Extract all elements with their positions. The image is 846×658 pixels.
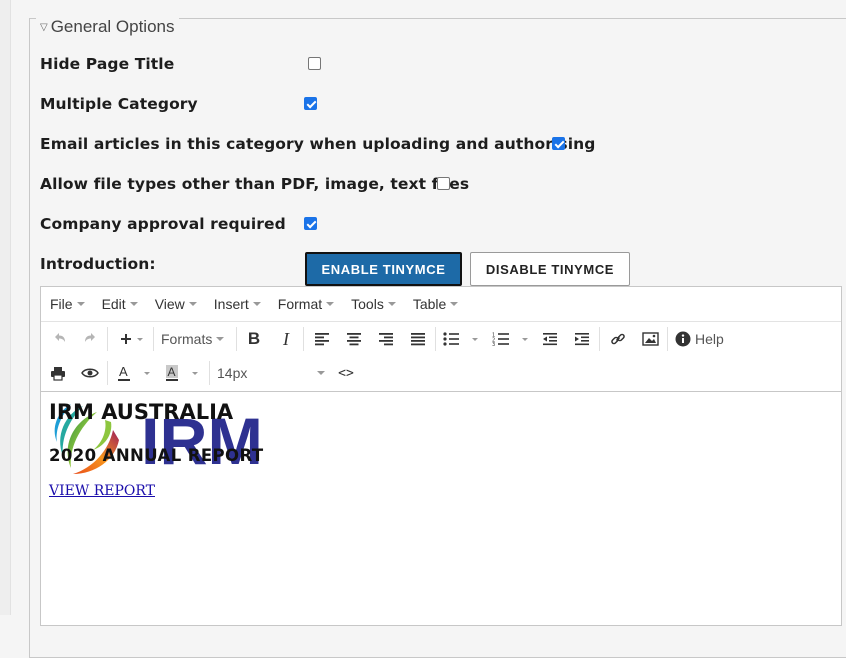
bullet-list-icon[interactable]	[441, 322, 483, 356]
link-icon[interactable]	[607, 322, 629, 356]
toolbar-separator	[107, 361, 108, 385]
option-row-company-approval: Company approval required	[40, 213, 286, 235]
caret-icon	[252, 302, 261, 306]
menu-view[interactable]: View	[155, 296, 197, 312]
option-label: Company approval required	[40, 215, 286, 233]
toolbar-separator	[153, 327, 154, 351]
option-label: Email articles in this category when upl…	[40, 135, 596, 153]
multiple-category-checkbox[interactable]	[304, 97, 317, 110]
collapse-triangle-icon[interactable]: ▽	[40, 22, 48, 33]
image-icon[interactable]	[639, 322, 661, 356]
left-gutter	[0, 0, 11, 615]
option-row-multiple-category: Multiple Category	[40, 93, 198, 115]
background-color-icon[interactable]: A	[163, 356, 203, 390]
numbered-list-icon[interactable]: 123	[491, 322, 533, 356]
editor-content-area[interactable]: IRM	[41, 391, 841, 627]
email-articles-checkbox[interactable]	[552, 137, 565, 150]
menu-label: File	[50, 296, 73, 312]
caret-icon	[317, 371, 325, 375]
heading-irm-australia: IRM AUSTRALIA	[49, 400, 234, 424]
redo-icon[interactable]	[79, 322, 101, 356]
view-report-link[interactable]: VIEW REPORT	[49, 483, 155, 499]
align-left-icon[interactable]	[311, 322, 333, 356]
print-icon[interactable]	[47, 356, 69, 390]
formats-dropdown[interactable]: Formats	[161, 322, 231, 356]
insert-plus-icon[interactable]	[115, 322, 147, 356]
option-label: Hide Page Title	[40, 55, 175, 73]
info-icon	[675, 331, 691, 347]
caret-icon	[450, 302, 459, 306]
menu-label: Tools	[351, 296, 384, 312]
editor-menubar: File Edit View Insert Format Tools Table	[41, 287, 841, 322]
menu-label: View	[154, 296, 185, 312]
editor-toolbar-1: Formats B I 123 Help	[41, 322, 841, 356]
toolbar-separator	[107, 327, 108, 351]
menu-insert[interactable]: Insert	[214, 296, 261, 312]
caret-icon	[387, 302, 396, 306]
menu-tools[interactable]: Tools	[351, 296, 396, 312]
text-color-icon[interactable]: A	[115, 356, 155, 390]
undo-icon[interactable]	[49, 322, 71, 356]
svg-text:3: 3	[492, 342, 495, 346]
italic-icon[interactable]: I	[275, 322, 297, 356]
toolbar-separator	[435, 327, 436, 351]
indent-icon[interactable]	[571, 322, 593, 356]
company-approval-checkbox[interactable]	[304, 217, 317, 230]
menu-label: Format	[277, 296, 323, 312]
caret-icon	[76, 302, 85, 306]
formats-label: Formats	[161, 331, 213, 347]
editor-toolbar-2: A A 14px <>	[41, 356, 841, 390]
align-center-icon[interactable]	[343, 322, 365, 356]
font-size-value: 14px	[217, 365, 248, 381]
introduction-label: Introduction:	[40, 255, 156, 273]
align-right-icon[interactable]	[375, 322, 397, 356]
preview-eye-icon[interactable]	[79, 356, 101, 390]
caret-icon	[129, 302, 138, 306]
legend-label: General Options	[50, 17, 175, 36]
help-label: Help	[695, 331, 724, 347]
svg-text:A: A	[119, 364, 128, 379]
option-label: Multiple Category	[40, 95, 198, 113]
menu-format[interactable]: Format	[277, 296, 335, 312]
menu-file[interactable]: File	[50, 296, 85, 312]
toolbar-separator	[209, 361, 210, 385]
menu-label: Edit	[101, 296, 126, 312]
enable-tinymce-button[interactable]: ENABLE TINYMCE	[305, 252, 462, 286]
source-code-icon[interactable]: <>	[335, 356, 357, 390]
menu-label: Table	[412, 296, 447, 312]
general-options-legend[interactable]: ▽ General Options	[36, 17, 179, 37]
outdent-icon[interactable]	[539, 322, 561, 356]
help-button[interactable]: Help	[675, 322, 731, 356]
tinymce-editor: File Edit View Insert Format Tools Table…	[40, 286, 842, 626]
menu-edit[interactable]: Edit	[102, 296, 138, 312]
caret-icon	[188, 302, 197, 306]
heading-annual-report: 2020 ANNUAL REPORT	[49, 446, 264, 465]
bold-icon[interactable]: B	[243, 322, 265, 356]
caret-icon	[216, 337, 225, 341]
menu-label: Insert	[213, 296, 249, 312]
toolbar-separator	[303, 327, 304, 351]
option-row-allow-file-types: Allow file types other than PDF, image, …	[40, 173, 469, 195]
align-justify-icon[interactable]	[407, 322, 429, 356]
caret-icon	[326, 302, 335, 306]
option-label: Allow file types other than PDF, image, …	[40, 175, 470, 193]
allow-file-types-checkbox[interactable]	[437, 177, 450, 190]
toolbar-separator	[667, 327, 668, 351]
hide-page-title-checkbox[interactable]	[308, 57, 321, 70]
option-row-email-articles: Email articles in this category when upl…	[40, 133, 595, 155]
disable-tinymce-button[interactable]: DISABLE TINYMCE	[470, 252, 630, 286]
font-size-select[interactable]: 14px	[217, 356, 325, 390]
menu-table[interactable]: Table	[412, 296, 459, 312]
svg-text:A: A	[168, 365, 176, 379]
introduction-row: Introduction:	[40, 253, 156, 275]
option-row-hide-page-title: Hide Page Title	[40, 53, 174, 75]
toolbar-separator	[599, 327, 600, 351]
toolbar-separator	[236, 327, 237, 351]
